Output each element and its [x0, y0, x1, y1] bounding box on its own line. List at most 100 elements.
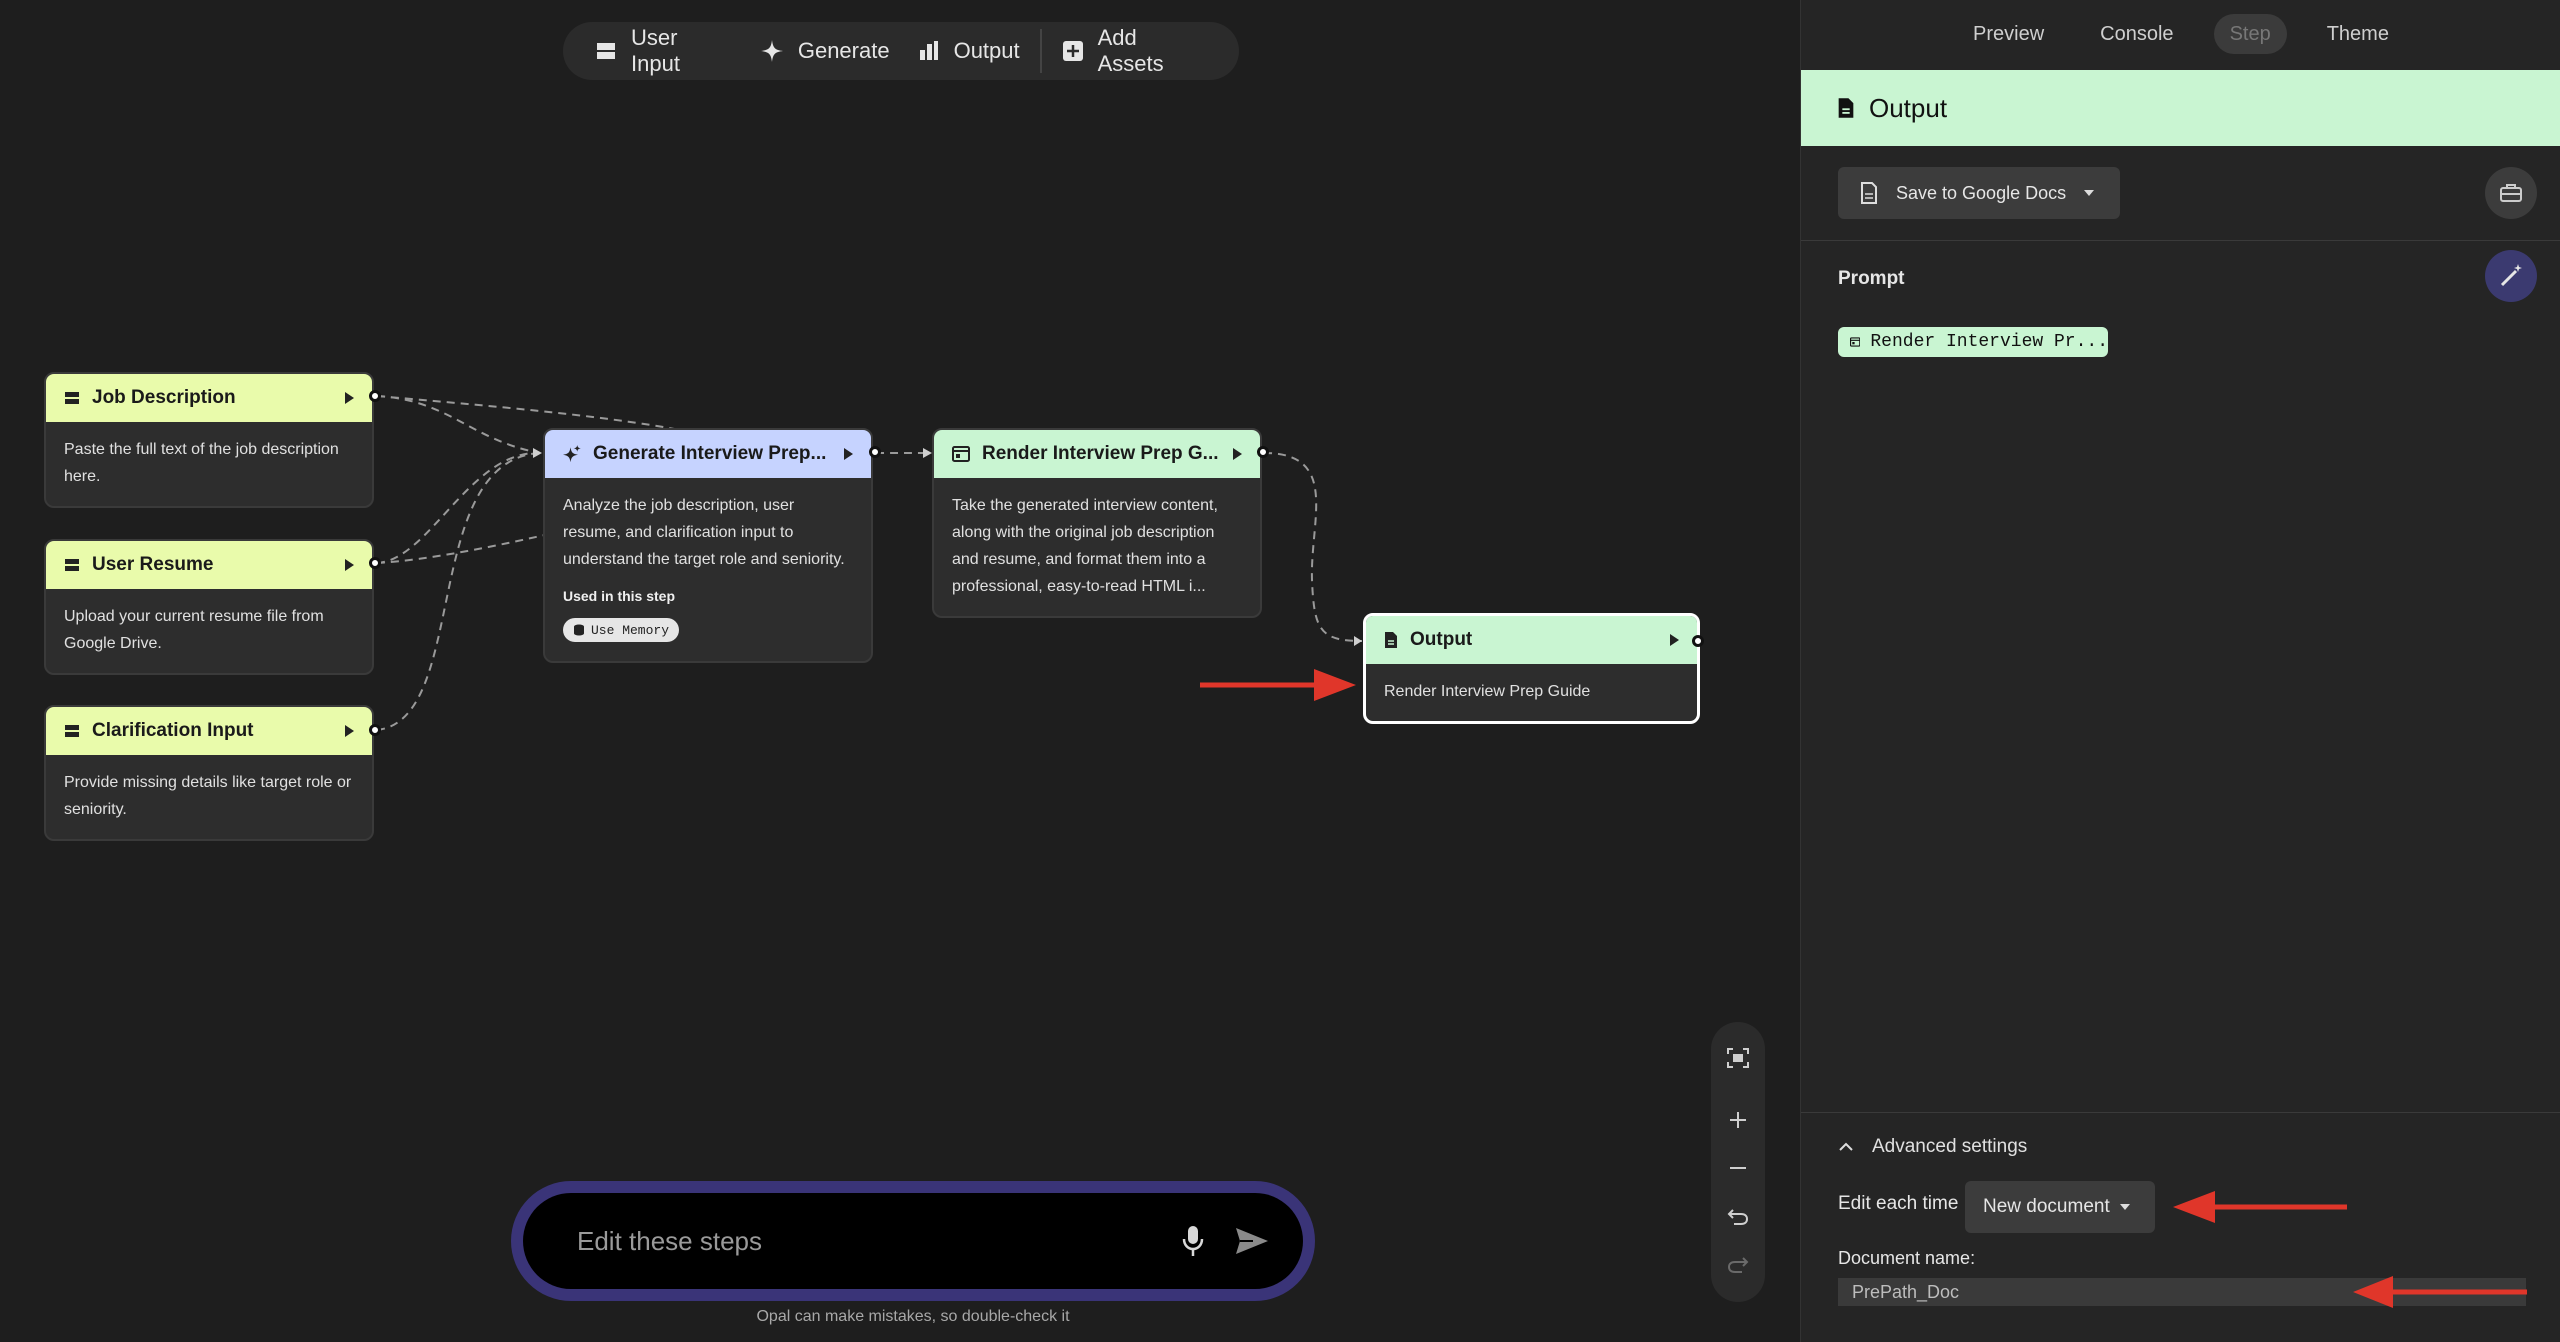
play-icon[interactable]: [345, 392, 354, 404]
database-icon: [574, 624, 584, 636]
panel-tabs: Preview Console Step Theme: [1801, 14, 2560, 54]
save-label: Save to Google Docs: [1896, 182, 2067, 203]
sparkle-icon: [760, 39, 784, 63]
redo-button[interactable]: [1711, 1240, 1765, 1288]
doc-outline-icon: [1861, 182, 1877, 204]
microphone-icon[interactable]: [1181, 1225, 1205, 1257]
tab-preview[interactable]: Preview: [1957, 14, 2060, 54]
node-header[interactable]: Render Interview Prep G...: [934, 430, 1260, 478]
node-header[interactable]: Job Description: [46, 374, 372, 422]
edit-steps-bar: [511, 1181, 1315, 1301]
node-body: Analyze the job description, user resume…: [545, 478, 871, 661]
node-generate-interview-prep[interactable]: Generate Interview Prep... Analyze the j…: [543, 428, 873, 663]
play-icon[interactable]: [844, 448, 853, 460]
node-title: Generate Interview Prep...: [593, 443, 827, 464]
undo-button[interactable]: [1711, 1192, 1765, 1240]
disclaimer-text: Opal can make mistakes, so double-check …: [756, 1308, 1070, 1325]
add-assets-button[interactable]: Add Assets: [1048, 22, 1221, 80]
node-description: Paste the full text of the job descripti…: [64, 441, 339, 485]
node-clarification-input[interactable]: Clarification Input Provide missing deta…: [44, 705, 374, 841]
play-icon[interactable]: [1233, 448, 1242, 460]
node-header[interactable]: Output: [1366, 616, 1697, 664]
edit-each-time-label: Edit each time: [1838, 1193, 1959, 1214]
edit-mode-dropdown[interactable]: New document: [1965, 1181, 2155, 1233]
output-port[interactable]: [369, 557, 381, 569]
node-title: Output: [1410, 629, 1473, 650]
tab-console[interactable]: Console: [2084, 14, 2189, 54]
section-divider: [1801, 1112, 2560, 1113]
chevron-down-icon: [2084, 190, 2095, 196]
output-port[interactable]: [369, 390, 381, 402]
send-icon[interactable]: [1235, 1227, 1269, 1255]
node-header[interactable]: Generate Interview Prep...: [545, 430, 871, 478]
use-memory-chip[interactable]: Use Memory: [563, 618, 680, 642]
user-input-button[interactable]: User Input: [581, 22, 746, 80]
output-port[interactable]: [869, 446, 881, 458]
input-node-icon: [64, 557, 80, 573]
input-node-icon: [64, 390, 80, 406]
annotation-arrow: [2173, 1191, 2347, 1223]
zoom-controls: [1711, 1022, 1765, 1302]
edit-steps-inner: [523, 1193, 1303, 1289]
section-divider: [1801, 240, 2560, 241]
node-job-description[interactable]: Job Description Paste the full text of t…: [44, 372, 374, 508]
output-port[interactable]: [369, 724, 381, 736]
node-title: Clarification Input: [92, 720, 254, 741]
tab-step[interactable]: Step: [2213, 14, 2287, 54]
zoom-out-button[interactable]: [1711, 1144, 1765, 1192]
node-user-resume[interactable]: User Resume Upload your current resume f…: [44, 539, 374, 675]
magic-wand-button[interactable]: [2485, 250, 2537, 302]
advanced-settings-toggle[interactable]: Advanced settings: [1838, 1136, 2027, 1158]
add-box-icon: [1062, 40, 1084, 62]
output-button[interactable]: Output: [904, 22, 1034, 80]
annotation-arrow: [2353, 1276, 2527, 1308]
flow-canvas[interactable]: User Input Generate Output Add Assets Jo…: [0, 0, 1800, 1342]
step-panel: Preview Console Step Theme Output Save t…: [1800, 0, 2560, 1342]
node-render-interview-prep[interactable]: Render Interview Prep G... Take the gene…: [932, 428, 1262, 618]
generate-label: Generate: [797, 38, 890, 63]
document-icon: [1838, 98, 1854, 118]
zoom-in-button[interactable]: [1711, 1096, 1765, 1144]
web-page-icon: [1850, 337, 1861, 347]
play-icon[interactable]: [345, 725, 354, 737]
node-header[interactable]: User Resume: [46, 541, 372, 589]
prompt-reference-chip[interactable]: Render Interview Pr...: [1838, 327, 2108, 357]
user-input-icon: [595, 40, 617, 62]
web-page-icon: [952, 446, 970, 462]
used-in-step-label: Used in this step: [563, 588, 676, 604]
toolbox-icon: [2500, 184, 2522, 202]
node-header[interactable]: Clarification Input: [46, 707, 372, 755]
chevron-down-icon: [2119, 1204, 2130, 1210]
play-icon[interactable]: [345, 559, 354, 571]
edit-steps-input[interactable]: [575, 1224, 1181, 1258]
add-assets-label: Add Assets: [1097, 25, 1164, 76]
redo-icon: [1727, 1257, 1749, 1273]
document-name-label: Document name:: [1838, 1248, 1976, 1268]
wire-clarification-to-generate: [376, 452, 541, 731]
generate-button[interactable]: Generate: [746, 22, 904, 80]
fit-view-button[interactable]: [1711, 1034, 1765, 1082]
advanced-settings-label: Advanced settings: [1872, 1136, 2028, 1157]
prompt-chip-label: Render Interview Pr...: [1870, 332, 2108, 352]
node-output[interactable]: Output Render Interview Prep Guide: [1363, 613, 1700, 724]
play-icon[interactable]: [1670, 634, 1679, 646]
save-to-google-docs-dropdown[interactable]: Save to Google Docs: [1838, 167, 2120, 219]
chip-label: Use Memory: [591, 622, 670, 638]
node-toolbar: User Input Generate Output Add Assets: [563, 22, 1239, 80]
tab-theme[interactable]: Theme: [2311, 14, 2405, 54]
bar-chart-icon: [918, 40, 940, 62]
annotation-arrow: [1200, 669, 1356, 701]
input-node-icon: [64, 723, 80, 739]
edit-mode-value: New document: [1983, 1196, 2110, 1217]
node-description: Provide missing details like target role…: [64, 774, 352, 818]
output-port[interactable]: [1692, 635, 1704, 647]
magic-wand-icon: [2500, 264, 2522, 287]
output-port[interactable]: [1257, 446, 1269, 458]
toolbox-button[interactable]: [2485, 167, 2537, 219]
node-description: Upload your current resume file from Goo…: [64, 608, 324, 652]
output-label: Output: [953, 38, 1020, 63]
panel-header: Output: [1801, 70, 2560, 146]
wire-resume-to-generate-2: [376, 534, 546, 564]
node-description: Take the generated interview content, al…: [952, 497, 1218, 595]
panel-title: Output: [1869, 92, 1948, 123]
